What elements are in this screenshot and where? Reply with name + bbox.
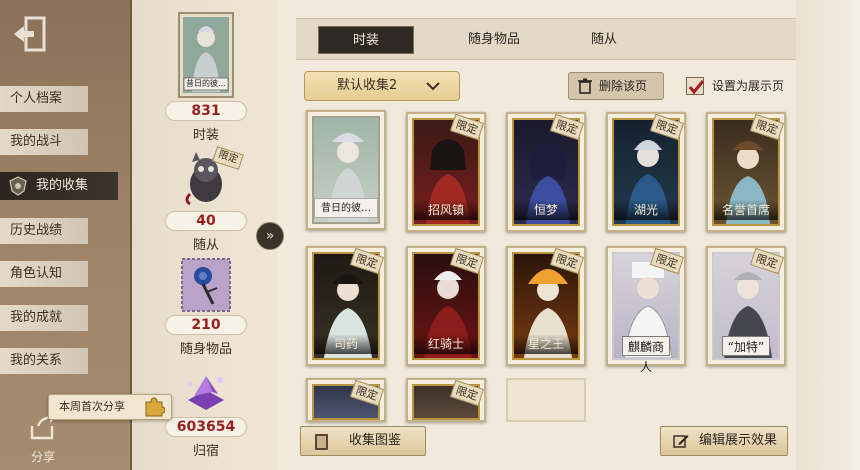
nav-item-battles[interactable]: 我的战斗 (0, 129, 88, 155)
card-name: 红骑士 (414, 334, 478, 354)
costume-card[interactable]: 限定 恒梦 (506, 112, 586, 232)
nav-item-collection[interactable]: 我的收集 (0, 172, 118, 200)
costume-card[interactable]: 限定 湖光 (606, 112, 686, 232)
collection-main-panel: 时装 随身物品 随从 默认收集2 删除该页 设置为展示页 昔日的彼… 限定 招风… (278, 0, 860, 470)
shield-badge-icon (9, 176, 27, 196)
expand-panel-button[interactable]: » (256, 222, 284, 250)
share-reward-tip[interactable]: 本周首次分享 (48, 394, 172, 420)
costume-card[interactable]: 限定 红骑士 (406, 246, 486, 366)
card-name: 麒麟商人 (622, 336, 670, 374)
edit-pencil-icon (673, 435, 689, 448)
costume-card[interactable]: 昔日的彼… (306, 110, 386, 230)
chevron-down-icon (426, 82, 440, 91)
accessory-count: 210 (165, 315, 247, 335)
home-crystal-icon (188, 376, 224, 410)
costume-card[interactable]: 限定 (406, 378, 486, 422)
trash-icon (578, 78, 592, 94)
costume-thumb-caption: 昔日的彼… (186, 79, 226, 88)
book-icon (315, 434, 328, 450)
collection-page-select[interactable]: 默认收集2 (304, 71, 460, 101)
card-name: 湖光 (614, 200, 678, 220)
costume-card[interactable]: 限定 司药 (306, 246, 386, 366)
nav-item-label: 我的收集 (36, 178, 89, 193)
tab-accessories[interactable]: 随身物品 (446, 26, 542, 54)
costume-thumbnail: 昔日的彼… (178, 12, 234, 98)
collection-gallery-button[interactable]: 收集图鉴 (300, 426, 426, 456)
nav-item-history[interactable]: 历史战绩 (0, 218, 88, 244)
set-showcase-label: 设置为展示页 (712, 79, 785, 93)
home-thumbnail (180, 370, 232, 414)
card-name: 星之王 (514, 334, 578, 354)
costume-card[interactable]: 限定 招风镇 (406, 112, 486, 232)
share-label: 分享 (30, 450, 55, 464)
costume-card[interactable]: 限定 “加特” (706, 246, 786, 366)
accessory-label: 随身物品 (179, 342, 232, 357)
nav-item-character-knowledge[interactable]: 角色认知 (0, 261, 88, 287)
tab-pets[interactable]: 随从 (556, 26, 652, 54)
edit-showcase-button[interactable]: 编辑展示效果 (660, 426, 788, 456)
nav-item-label: 我的关系 (10, 353, 63, 368)
card-name: 恒梦 (514, 200, 578, 220)
costume-label: 时装 (192, 128, 219, 143)
right-margin-decoration (796, 0, 860, 470)
empty-card-slot[interactable] (506, 378, 586, 422)
checkbox-box (686, 77, 705, 95)
delete-page-button[interactable]: 删除该页 (568, 72, 664, 100)
tab-costumes[interactable]: 时装 (318, 26, 414, 54)
nav-item-label: 我的战斗 (10, 134, 63, 149)
edit-showcase-label: 编辑展示效果 (699, 433, 778, 448)
card-name: 昔日的彼… (314, 198, 378, 218)
checkmark-icon (688, 80, 705, 95)
pet-thumbnail: 限定 (178, 146, 244, 208)
card-name: 名誉首席 (714, 200, 778, 220)
costume-card[interactable]: 限定 星之王 (506, 246, 586, 366)
pet-count: 40 (165, 211, 247, 231)
nav-item-achievements[interactable]: 我的成就 (0, 305, 88, 331)
set-showcase-checkbox[interactable]: 设置为展示页 (686, 74, 798, 98)
costume-card[interactable]: 限定 名誉首席 (706, 112, 786, 232)
delete-page-label: 删除该页 (599, 79, 648, 93)
costume-card[interactable]: 限定 (306, 378, 386, 422)
double-chevron-right-icon: » (265, 228, 275, 244)
share-tip-text: 本周首次分享 (59, 400, 125, 413)
back-button[interactable] (12, 14, 46, 54)
card-name: 司药 (314, 334, 378, 354)
rose-accessory-icon (181, 258, 231, 312)
home-label: 归宿 (192, 444, 219, 459)
nav-item-label: 角色认知 (10, 266, 63, 281)
gallery-label: 收集图鉴 (349, 433, 402, 448)
exit-door-icon (14, 16, 46, 52)
accessory-thumbnail (181, 258, 231, 312)
collection-tab-bar: 时装 随身物品 随从 (296, 18, 796, 60)
stat-accessories[interactable]: 210 随身物品 (132, 258, 280, 357)
card-name: “加特” (722, 336, 770, 356)
stat-costumes[interactable]: 昔日的彼… 831 时装 (132, 12, 280, 143)
card-name: 招风镇 (414, 200, 478, 220)
nav-item-label: 个人档案 (10, 91, 63, 106)
nav-item-label: 历史战绩 (10, 223, 63, 238)
costume-count: 831 (165, 101, 247, 121)
nav-item-label: 我的成就 (10, 310, 63, 325)
collection-select-value: 默认收集2 (337, 78, 398, 93)
nav-item-profile[interactable]: 个人档案 (0, 86, 88, 112)
nav-item-relations[interactable]: 我的关系 (0, 348, 88, 374)
puzzle-piece-icon (145, 397, 165, 417)
costume-card[interactable]: 限定 麒麟商人 (606, 246, 686, 374)
home-count: 603654 (165, 417, 247, 437)
